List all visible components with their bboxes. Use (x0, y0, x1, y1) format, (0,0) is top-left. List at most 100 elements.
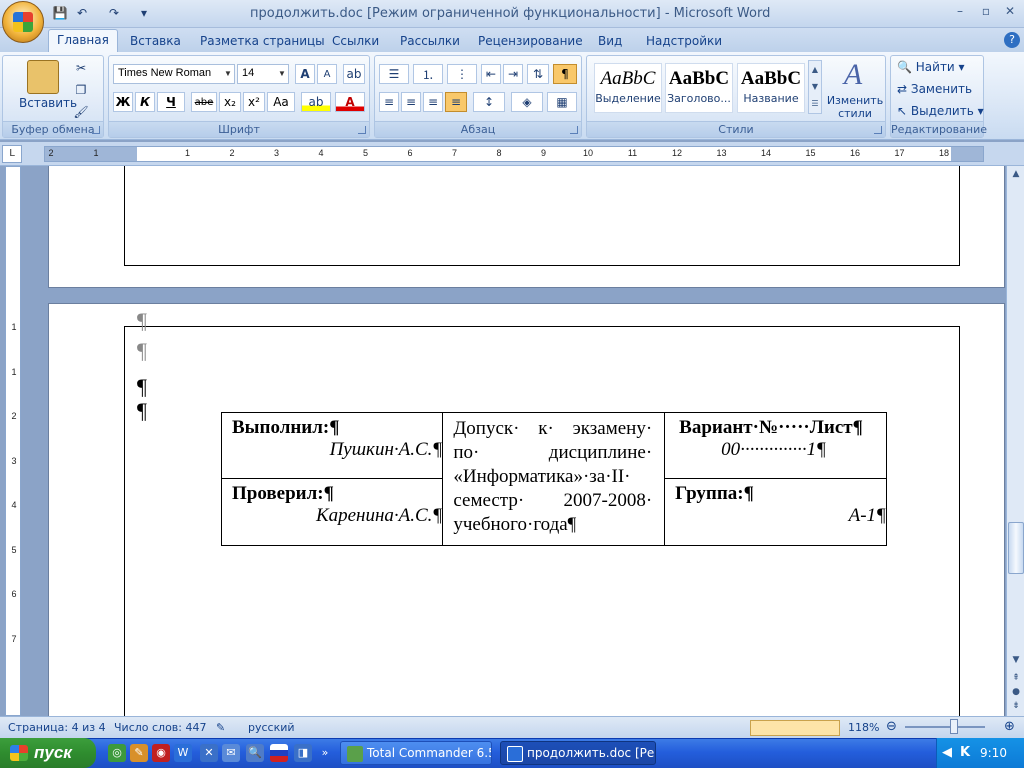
tab-insert[interactable]: Вставка (122, 31, 189, 52)
find-button[interactable]: 🔍 Найти ▾ (897, 60, 965, 74)
italic-button[interactable]: К (135, 92, 155, 112)
customize-qat-icon[interactable]: ▾ (134, 4, 154, 22)
font-name-combo[interactable]: Times New Roman ▼ (113, 64, 235, 84)
save-icon[interactable]: 💾 (50, 4, 70, 22)
language-indicator[interactable]: русский (248, 721, 295, 734)
cut-icon[interactable]: ✂ (71, 58, 91, 78)
admission-cell[interactable]: Допуск· к· экзамену· по· дисциплине· «Ин… (442, 412, 666, 546)
align-right-icon[interactable]: ≡ (423, 92, 443, 112)
document-area[interactable]: ¶ ¶ ¶ ¶ Выполнил:¶ Пушкин·А.С.¶ Допуск· … (22, 166, 1006, 716)
styles-scroll-icon[interactable]: ▲ ▼ ☰ (808, 60, 822, 114)
multilevel-list-icon[interactable]: ⋮ (447, 64, 477, 84)
borders-icon[interactable]: ▦ (547, 92, 577, 112)
bullets-icon[interactable]: ☰ (379, 64, 409, 84)
variant-cell[interactable]: Вариант·№·····Лист¶ 00··············1¶ (664, 412, 887, 479)
vertical-scrollbar[interactable]: ▲ ▼ ⇞ ● ⇟ (1006, 166, 1024, 716)
quicklaunch-icon[interactable]: ◎ (108, 744, 126, 762)
tab-home[interactable]: Главная (48, 29, 118, 52)
quicklaunch-icon[interactable]: W (174, 744, 192, 762)
quicklaunch-icon[interactable]: ◨ (294, 744, 312, 762)
tab-mailings[interactable]: Рассылки (392, 31, 468, 52)
page-indicator[interactable]: Страница: 4 из 4 (8, 721, 106, 734)
zoom-in-icon[interactable]: ⊕ (1004, 719, 1015, 734)
paragraph-launcher-icon[interactable] (570, 126, 578, 134)
start-button[interactable]: пуск (0, 738, 96, 768)
clear-format-icon[interactable]: ab (343, 64, 365, 84)
replace-button[interactable]: ⇄ Заменить (897, 82, 972, 96)
sort-icon[interactable]: ⇅ (527, 64, 549, 84)
strikethrough-button[interactable]: abe (191, 92, 217, 112)
minimize-button[interactable]: – (948, 4, 972, 22)
scroll-thumb[interactable] (1008, 522, 1024, 574)
font-size-combo[interactable]: 14 ▼ (237, 64, 289, 84)
font-color-icon[interactable]: A (335, 92, 365, 112)
tab-page-layout[interactable]: Разметка страницы (192, 31, 333, 52)
vertical-ruler[interactable]: 1 1 2 3 4 5 6 7 (5, 166, 21, 716)
next-page-icon[interactable]: ⇟ (1008, 698, 1024, 714)
language-flag-icon[interactable] (270, 744, 288, 762)
grow-font-button[interactable]: A (295, 64, 315, 84)
task-word[interactable]: продолжить.doc [Ре... (500, 741, 656, 765)
styles-launcher-icon[interactable] (874, 126, 882, 134)
spelling-icon[interactable]: ✎ (216, 721, 225, 734)
chevron-down-icon[interactable]: ▼ (222, 65, 234, 83)
align-center-icon[interactable]: ≡ (401, 92, 421, 112)
change-case-button[interactable]: Aa (267, 92, 295, 112)
paste-icon[interactable] (27, 60, 59, 94)
page-4[interactable]: ¶ ¶ ¶ ¶ Выполнил:¶ Пушкин·А.С.¶ Допуск· … (48, 303, 1005, 716)
restore-button[interactable]: ▫ (974, 4, 998, 22)
quicklaunch-icon[interactable]: ✕ (200, 744, 218, 762)
quicklaunch-icon[interactable]: ✎ (130, 744, 148, 762)
shrink-font-button[interactable]: A (317, 64, 337, 84)
bold-button[interactable]: Ж (113, 92, 133, 112)
quicklaunch-icon[interactable]: ✉ (222, 744, 240, 762)
format-painter-icon[interactable]: 🖌 (71, 102, 91, 122)
change-styles-icon[interactable]: A (836, 58, 870, 92)
align-left-icon[interactable]: ≡ (379, 92, 399, 112)
close-button[interactable]: ✕ (998, 4, 1022, 22)
tab-review[interactable]: Рецензирование (470, 31, 591, 52)
scroll-up-icon[interactable]: ▲ (1008, 166, 1024, 182)
line-spacing-icon[interactable]: ↕ (473, 92, 505, 112)
tab-addins[interactable]: Надстройки (638, 31, 730, 52)
word-count[interactable]: Число слов: 447 (114, 721, 207, 734)
tab-view[interactable]: Вид (590, 31, 630, 52)
undo-icon[interactable]: ↶ (72, 4, 92, 22)
checked-cell[interactable]: Проверил:¶ Каренина·А.С.¶ (220, 478, 444, 546)
view-buttons[interactable] (750, 720, 840, 736)
performed-cell[interactable]: Выполнил:¶ Пушкин·А.С.¶ (220, 412, 444, 479)
horizontal-ruler[interactable]: 2 1 1 2 3 4 5 6 7 8 9 10 11 12 13 14 15 16 17 18 (44, 146, 984, 162)
zoom-out-icon[interactable]: ⊖ (886, 719, 897, 734)
paste-button[interactable]: Вставить (19, 96, 77, 110)
scroll-down-icon[interactable]: ▼ (1008, 652, 1024, 668)
group-cell[interactable]: Группа:¶ А-1¶ (664, 478, 887, 546)
highlight-icon[interactable]: ab (301, 92, 331, 112)
office-button[interactable] (2, 1, 44, 43)
redo-icon[interactable]: ↷ (104, 4, 124, 22)
increase-indent-icon[interactable]: ⇥ (503, 64, 523, 84)
zoom-slider[interactable] (905, 726, 985, 728)
tab-references[interactable]: Ссылки (324, 31, 387, 52)
copy-icon[interactable]: ❐ (71, 80, 91, 100)
show-more-icon[interactable]: » (316, 744, 334, 762)
task-total-commander[interactable]: Total Commander 6.5... (340, 741, 492, 765)
select-button[interactable]: ↖ Выделить ▾ (897, 104, 984, 118)
tab-selector-icon[interactable]: L (2, 145, 22, 163)
shading-icon[interactable]: ◈ (511, 92, 543, 112)
change-styles-button[interactable]: Изменить стили (826, 94, 884, 120)
numbering-icon[interactable]: ⒈ (413, 64, 443, 84)
tray-app-icon[interactable]: K (960, 745, 970, 760)
superscript-button[interactable]: x² (243, 92, 265, 112)
font-launcher-icon[interactable] (358, 126, 366, 134)
zoom-slider-thumb[interactable] (950, 719, 958, 734)
style-title[interactable]: AaBbC Название (737, 63, 805, 113)
title-block-table[interactable]: Выполнил:¶ Пушкин·А.С.¶ Допуск· к· экзам… (220, 412, 887, 546)
underline-button[interactable]: Ч (157, 92, 185, 112)
help-icon[interactable]: ? (1004, 32, 1020, 48)
style-emphasis[interactable]: AaBbC Выделение (594, 63, 662, 113)
subscript-button[interactable]: x₂ (219, 92, 241, 112)
decrease-indent-icon[interactable]: ⇤ (481, 64, 501, 84)
justify-icon[interactable]: ≡ (445, 92, 467, 112)
quicklaunch-icon[interactable]: 🔍 (246, 744, 264, 762)
style-heading[interactable]: AaBbC Заголово... (665, 63, 733, 113)
